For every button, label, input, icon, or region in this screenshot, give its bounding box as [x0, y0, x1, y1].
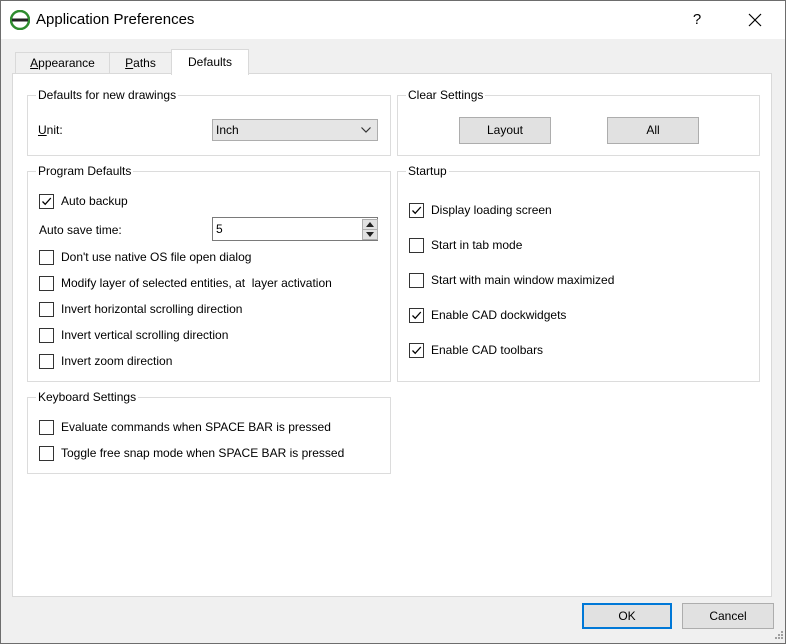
clear-layout-button[interactable]: Layout [459, 117, 551, 144]
spin-down-button[interactable] [362, 229, 378, 240]
arrow-down-icon [366, 232, 374, 237]
chevron-down-icon [361, 127, 371, 133]
title-bar: Application Preferences ? [1, 1, 785, 39]
close-button[interactable] [733, 5, 777, 35]
invert-vertical-checkbox[interactable] [39, 328, 54, 343]
auto-save-label: Auto save time: [39, 223, 122, 237]
tab-mode-label: Start in tab mode [431, 238, 523, 252]
toolbars-label: Enable CAD toolbars [431, 343, 544, 357]
space-snap-row[interactable]: Toggle free snap mode when SPACE BAR is … [39, 446, 379, 462]
resize-grip-icon[interactable] [772, 630, 784, 642]
modify-layer-row[interactable]: Modify layer of selected entities, at la… [39, 276, 379, 292]
startup-group: Startup Display loading screen Start in … [397, 164, 760, 382]
clear-settings-group: Clear Settings Layout All [397, 88, 760, 156]
dockwidgets-checkbox[interactable] [409, 308, 424, 323]
auto-save-value: 5 [216, 222, 223, 236]
auto-backup-row[interactable]: Auto backup [39, 194, 379, 210]
checkmark-icon [42, 197, 52, 206]
space-snap-label: Toggle free snap mode when SPACE BAR is … [61, 446, 345, 460]
group-title: Clear Settings [406, 88, 486, 102]
dockwidgets-label: Enable CAD dockwidgets [431, 308, 567, 322]
defaults-tab-panel: Defaults for new drawings Unit: Inch Cle… [12, 73, 772, 597]
maximized-label: Start with main window maximized [431, 273, 615, 287]
toolbars-checkbox[interactable] [409, 343, 424, 358]
unit-label: Unit: [38, 123, 63, 137]
invert-horizontal-checkbox[interactable] [39, 302, 54, 317]
group-title: Program Defaults [36, 164, 134, 178]
tab-paths[interactable]: Paths [109, 52, 172, 74]
maximized-checkbox[interactable] [409, 273, 424, 288]
spin-buttons [362, 219, 378, 240]
loading-screen-row[interactable]: Display loading screen [409, 203, 749, 219]
native-dialog-checkbox[interactable] [39, 250, 54, 265]
invert-vertical-label: Invert vertical scrolling direction [61, 328, 229, 342]
keyboard-settings-group: Keyboard Settings Evaluate commands when… [27, 390, 391, 474]
program-defaults-group: Program Defaults Auto backup Auto save t… [27, 164, 391, 382]
space-eval-checkbox[interactable] [39, 420, 54, 435]
tab-mode-row[interactable]: Start in tab mode [409, 238, 749, 254]
toolbars-row[interactable]: Enable CAD toolbars [409, 343, 749, 359]
auto-save-spinbox[interactable]: 5 [212, 217, 378, 241]
invert-zoom-checkbox[interactable] [39, 354, 54, 369]
invert-vertical-row[interactable]: Invert vertical scrolling direction [39, 328, 379, 344]
preferences-dialog: Application Preferences ? Appearance Pat… [0, 0, 786, 644]
space-snap-checkbox[interactable] [39, 446, 54, 461]
invert-zoom-row[interactable]: Invert zoom direction [39, 354, 379, 370]
tab-defaults[interactable]: Defaults [171, 49, 249, 75]
unit-combobox[interactable]: Inch [212, 119, 378, 141]
maximized-row[interactable]: Start with main window maximized [409, 273, 749, 289]
checkmark-icon [412, 206, 422, 215]
invert-horizontal-row[interactable]: Invert horizontal scrolling direction [39, 302, 379, 318]
dockwidgets-row[interactable]: Enable CAD dockwidgets [409, 308, 749, 324]
invert-horizontal-label: Invert horizontal scrolling direction [61, 302, 243, 316]
tab-mode-checkbox[interactable] [409, 238, 424, 253]
ok-button[interactable]: OK [582, 603, 672, 629]
unit-value: Inch [216, 123, 239, 137]
invert-zoom-label: Invert zoom direction [61, 354, 173, 368]
space-eval-label: Evaluate commands when SPACE BAR is pres… [61, 420, 331, 434]
group-title: Keyboard Settings [36, 390, 139, 404]
modify-layer-checkbox[interactable] [39, 276, 54, 291]
cancel-button[interactable]: Cancel [682, 603, 774, 629]
native-dialog-label: Don't use native OS file open dialog [61, 250, 252, 264]
modify-layer-label: Modify layer of selected entities, at la… [61, 276, 332, 290]
tab-appearance[interactable]: Appearance [15, 52, 110, 74]
checkmark-icon [412, 346, 422, 355]
clear-all-button[interactable]: All [607, 117, 699, 144]
native-dialog-row[interactable]: Don't use native OS file open dialog [39, 250, 379, 266]
loading-screen-checkbox[interactable] [409, 203, 424, 218]
space-eval-row[interactable]: Evaluate commands when SPACE BAR is pres… [39, 420, 379, 436]
checkmark-icon [412, 311, 422, 320]
window-title: Application Preferences [36, 11, 195, 28]
defaults-new-drawings-group: Defaults for new drawings Unit: Inch [27, 88, 391, 156]
close-icon [748, 13, 762, 27]
loading-screen-label: Display loading screen [431, 203, 552, 217]
help-button[interactable]: ? [679, 5, 715, 35]
app-logo-icon [10, 10, 30, 30]
auto-backup-label: Auto backup [61, 194, 128, 208]
arrow-up-icon [366, 222, 374, 227]
group-title: Startup [406, 164, 449, 178]
group-title: Defaults for new drawings [36, 88, 179, 102]
auto-backup-checkbox[interactable] [39, 194, 54, 209]
tab-bar: Appearance Paths Defaults [1, 39, 785, 75]
